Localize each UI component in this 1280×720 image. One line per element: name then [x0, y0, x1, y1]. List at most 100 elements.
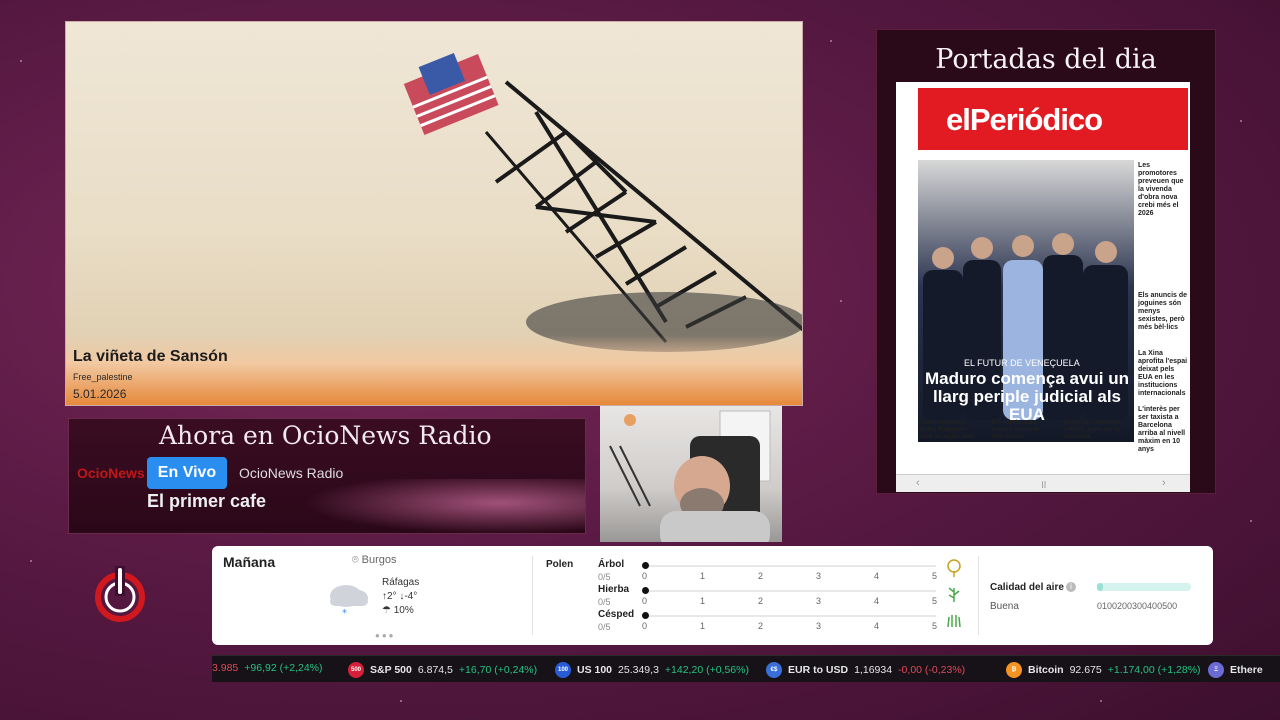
program-name: El primer cafe — [147, 491, 267, 511]
star — [400, 700, 402, 702]
ticker-change: +1.174,00 (+1,28%) — [1107, 664, 1201, 676]
ticker-item[interactable]: 3.985 +96,92 (+2,24%) — [212, 662, 323, 674]
scale-tick: 0 — [642, 571, 648, 581]
page-nav-bar: ‹ ॥ › — [896, 474, 1190, 492]
power-icon[interactable] — [94, 566, 146, 624]
pollen-name: Hierba — [598, 584, 630, 595]
scale-tick: 4 — [874, 571, 880, 581]
pollen-row-tree: Árbol 0/5 0 1 2 3 4 5 — [598, 559, 963, 585]
scale-tick: 4 — [874, 596, 880, 606]
cartoon-panel: La viñeta de Sansón Free_palestine 5.01.… — [65, 21, 803, 406]
ticker-name: S&P 500 — [370, 664, 412, 676]
ticker-change: -0,00 (-0,23%) — [898, 664, 966, 676]
ticker-price: 25.349,3 — [618, 664, 659, 676]
prev-page-icon[interactable]: ‹ — [916, 477, 920, 489]
pollen-label: Polen — [546, 559, 574, 570]
info-icon[interactable]: i — [1066, 582, 1076, 592]
air-quality-bar — [1097, 583, 1191, 591]
scale-tick: 2 — [758, 596, 764, 606]
air-quality-scale: 0100200300400500 — [1097, 601, 1178, 611]
webcam-feed — [600, 406, 782, 542]
scale-tick: 3 — [816, 571, 822, 581]
next-page-icon[interactable]: › — [1162, 477, 1166, 489]
scale-tick: 5 — [932, 621, 938, 631]
caption-gradient — [66, 335, 802, 405]
cartoon-date: 5.01.2026 — [73, 387, 127, 401]
pause-icon[interactable]: ॥ — [1040, 477, 1047, 492]
pollen-score: 0/5 — [598, 622, 611, 632]
location-name: Burgos — [361, 554, 397, 566]
scale-tick: 2 — [758, 571, 764, 581]
market-ticker: 3.985 +96,92 (+2,24%) 500 S&P 500 6.874,… — [212, 655, 1280, 682]
ticker-change: +142,20 (+0,56%) — [664, 664, 749, 676]
eur-usd-icon: €$ — [766, 662, 782, 678]
air-quality-fill — [1097, 583, 1103, 591]
star — [1250, 520, 1252, 522]
location-pin-icon: ⌾ — [352, 554, 359, 566]
grass-icon — [948, 587, 960, 602]
divider — [532, 556, 533, 635]
scale-tick: 0 — [642, 596, 648, 606]
pollen-track — [646, 590, 936, 592]
pollen-marker — [642, 587, 649, 594]
bitcoin-icon: ₿ — [1006, 662, 1022, 678]
pollen-row-grass: Hierba 0/5 0 1 2 3 4 5 — [598, 584, 963, 610]
ticker-price: 3.985 — [212, 662, 239, 674]
ticker-price: 1,16934 — [854, 664, 893, 676]
ticker-item[interactable]: 100 US 100 25.349,3 +142,20 (+0,56%) — [555, 662, 749, 678]
star — [30, 560, 32, 562]
forecast-day: Mañana — [223, 554, 276, 570]
pollen-track — [646, 615, 936, 617]
logo-text: OcioNews — [77, 465, 145, 481]
pollen-name: Césped — [598, 609, 635, 620]
sparkle-decoration — [269, 479, 585, 533]
side-story: L'interès per ser taxista a Barcelona ar… — [1138, 406, 1186, 453]
scale-tick: 0 — [642, 621, 648, 631]
rain-chance: ☂ 10% — [382, 605, 414, 616]
ticker-item[interactable]: €$ EUR to USD 1,16934 -0,00 (-0,23%) — [766, 662, 965, 678]
divider — [978, 556, 979, 635]
temperatures: ↑2° ↓-4° — [382, 591, 417, 602]
bottom-story: Els demòcrates s'alcen contra la interve… — [992, 420, 1039, 440]
ticker-item[interactable]: ₿ Bitcoin 92.675 +1.174,00 (+1,28%) — [1006, 662, 1201, 678]
svg-text:*: * — [342, 608, 347, 618]
ticker-change: +16,70 (+0,24%) — [458, 664, 538, 676]
ticker-price: 6.874,5 — [417, 664, 453, 676]
cartoon-author: Free_palestine — [73, 372, 133, 382]
pollen-score: 0/5 — [598, 597, 611, 607]
weather-widget: Mañana ⌾ Burgos * Ráfagas ↑2° ↓-4° ☂ 10%… — [212, 546, 1213, 645]
newspaper-front-page[interactable]: elPeriódico EL FUTUR DE VENEÇUELA Maduro… — [896, 82, 1190, 492]
pollen-marker — [642, 562, 649, 569]
star — [830, 40, 832, 42]
ticker-name: Bitcoin — [1028, 664, 1064, 676]
carousel-dots[interactable]: ●●● — [375, 631, 396, 640]
ticker-name: EUR to USD — [788, 664, 849, 676]
air-quality-label: Calidad del aire — [990, 582, 1064, 593]
scale-tick: 1 — [700, 571, 706, 581]
star — [1240, 120, 1242, 122]
scale-tick: 4 — [874, 621, 880, 631]
radio-heading: Ahora en OcioNews Radio — [159, 421, 492, 450]
ticker-name: US 100 — [577, 664, 613, 676]
star — [20, 60, 22, 62]
scale-tick: 2 — [758, 621, 764, 631]
bottom-story: Trump amenaça Delcy Rodríguez amb un seg… — [920, 420, 975, 440]
ticker-name: Ethere — [1230, 664, 1263, 676]
live-button[interactable]: En Vivo — [147, 457, 227, 489]
pollen-marker — [642, 612, 649, 619]
ticker-change: +96,92 (+2,24%) — [244, 662, 323, 674]
ticker-item[interactable]: Ξ Ethere — [1208, 662, 1263, 678]
cloud-snow-icon: * — [324, 578, 372, 619]
rain-chance-value: 10% — [393, 605, 414, 616]
location: ⌾ Burgos — [352, 554, 397, 567]
umbrella-icon: ☂ — [382, 605, 391, 616]
ticker-price: 92.675 — [1069, 664, 1102, 676]
front-page-headline: Maduro comença avui un llarg periple jud… — [924, 369, 1130, 424]
temp-low: -4° — [404, 591, 418, 602]
ticker-item[interactable]: 500 S&P 500 6.874,5 +16,70 (+0,24%) — [348, 662, 537, 678]
cartoon-title: La viñeta de Sansón — [73, 348, 228, 365]
us100-icon: 100 — [555, 662, 571, 678]
star — [840, 300, 842, 302]
gusts-label: Ráfagas — [382, 577, 420, 588]
scale-tick: 1 — [700, 621, 706, 631]
